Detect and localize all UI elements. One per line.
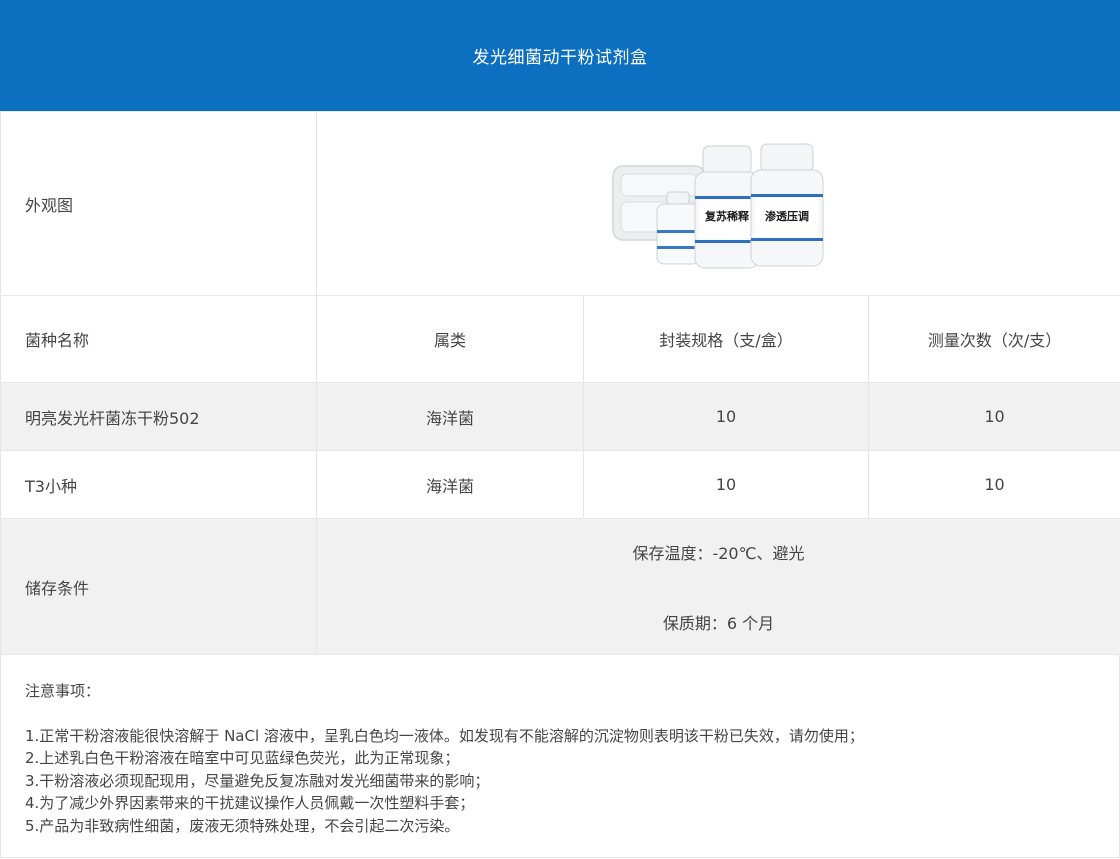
product-image-cell: 复苏稀释 渗透压调 (315, 111, 1120, 296)
strain-genus: 海洋菌 (316, 382, 584, 451)
appearance-row: 外观图 复苏稀释 渗透压调 (0, 111, 1120, 296)
storage-label: 储存条件 (0, 518, 317, 655)
bottle-label-2: 渗透压调 (765, 209, 809, 223)
note-item: 3.干粉溶液必须现配现用，尽量避免反复冻融对发光细菌带来的影响； (25, 771, 490, 790)
col-header-name: 菌种名称 (0, 295, 317, 383)
note-item: 1.正常干粉溶液能很快溶解于 NaCl 溶液中，呈乳白色均一液体。如发现有不能溶… (25, 726, 864, 745)
spec-table: 外观图 复苏稀释 渗透压调 菌种名称 属类 封装规格（支/盒） 测量次数（次/支… (0, 111, 1120, 655)
col-header-measure: 测量次数（次/支） (867, 295, 1120, 383)
note-item: 2.上述乳白色干粉溶液在暗室中可见蓝绿色荧光，此为正常现象； (25, 749, 460, 767)
notes-section: 注意事项： 1.正常干粉溶液能很快溶解于 NaCl 溶液中，呈乳白色均一液体。如… (0, 654, 1120, 858)
header-row: 菌种名称 属类 封装规格（支/盒） 测量次数（次/支） (0, 295, 1120, 383)
strain-package: 10 (583, 382, 869, 451)
storage-temperature: 保存温度：-20℃、避光 (632, 543, 805, 563)
col-header-package: 封装规格（支/盒） (583, 295, 869, 383)
notes-title: 注意事项： (25, 682, 101, 700)
table-row: T3小种 海洋菌 10 10 (0, 450, 1120, 519)
storage-row: 储存条件 保存温度：-20℃、避光 保质期：6 个月 (0, 518, 1120, 655)
page-header: 发光细菌动干粉试剂盒 (0, 0, 1120, 111)
note-item: 5.产品为非致病性细菌，废液无须特殊处理，不会引起二次污染。 (25, 816, 460, 835)
storage-details: 保存温度：-20℃、避光 保质期：6 个月 (315, 518, 1120, 655)
strain-genus: 海洋菌 (316, 450, 584, 519)
strain-name: T3小种 (0, 450, 317, 519)
strain-measure: 10 (867, 450, 1120, 519)
bottle-label-1: 复苏稀释 (704, 209, 750, 223)
product-image: 复苏稀释 渗透压调 (611, 143, 824, 268)
product-sheet: 发光细菌动干粉试剂盒 外观图 复苏稀释 渗透压调 菌种名称 属类 封装规格（支/… (0, 0, 1120, 859)
table-row: 明亮发光杆菌冻干粉502 海洋菌 10 10 (0, 382, 1120, 451)
appearance-label: 外观图 (0, 111, 317, 296)
storage-shelf-life: 保质期：6 个月 (662, 613, 775, 633)
strain-measure: 10 (867, 382, 1120, 451)
col-header-genus: 属类 (316, 295, 584, 383)
note-item: 4.为了减少外界因素带来的干扰建议操作人员佩戴一次性塑料手套； (25, 794, 475, 812)
page-title: 发光细菌动干粉试剂盒 (472, 48, 648, 68)
strain-name: 明亮发光杆菌冻干粉502 (0, 382, 317, 451)
strain-package: 10 (583, 450, 869, 519)
